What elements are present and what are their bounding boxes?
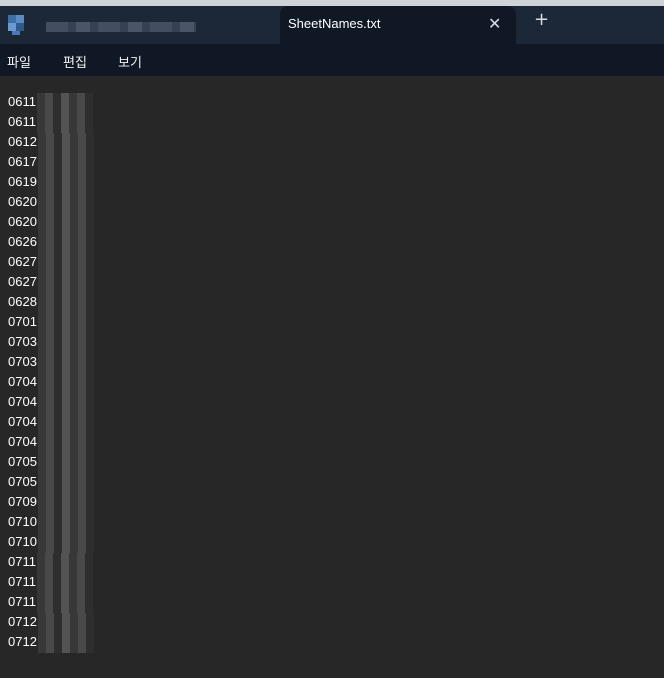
text-line: 0712 xyxy=(8,612,94,633)
text-line: 0711 xyxy=(8,592,93,613)
redacted-text xyxy=(37,292,94,313)
redacted-text xyxy=(37,252,94,273)
text-line: 0612 xyxy=(8,132,94,153)
text-line: 0627 xyxy=(8,272,94,293)
line-text: 0620 xyxy=(8,214,37,229)
line-text: 0704 xyxy=(8,414,37,429)
redacted-text xyxy=(36,572,93,593)
tab-inactive[interactable] xyxy=(36,10,266,44)
text-line: 0709 xyxy=(8,492,94,513)
line-text: 0627 xyxy=(8,274,37,289)
text-line: 0705 xyxy=(8,452,94,473)
text-line: 0701 xyxy=(8,312,94,333)
redacted-text xyxy=(37,172,94,193)
text-line: 0628 xyxy=(8,292,94,313)
line-text: 0619 xyxy=(8,174,37,189)
line-text: 0712 xyxy=(8,614,37,629)
redacted-text xyxy=(37,492,94,513)
text-line: 0620 xyxy=(8,212,94,233)
redacted-text xyxy=(37,192,94,213)
redacted-text xyxy=(36,552,93,573)
line-text: 0703 xyxy=(8,334,37,349)
text-line: 0703 xyxy=(8,352,94,373)
line-text: 0710 xyxy=(8,514,37,529)
redacted-text xyxy=(37,132,94,153)
line-text: 0611 xyxy=(8,114,36,129)
text-line: 0704 xyxy=(8,432,94,453)
line-text: 0628 xyxy=(8,294,37,309)
redacted-text xyxy=(37,472,94,493)
line-text: 0704 xyxy=(8,394,37,409)
text-line: 0710 xyxy=(8,512,94,533)
line-text: 0620 xyxy=(8,194,37,209)
plus-icon: + xyxy=(534,9,550,30)
notepad-app-icon xyxy=(8,15,26,35)
redacted-text xyxy=(37,532,94,553)
redacted-text xyxy=(36,112,93,133)
line-text: 0611 xyxy=(8,94,36,109)
line-text: 0709 xyxy=(8,494,37,509)
redacted-text xyxy=(37,232,94,253)
line-text: 0704 xyxy=(8,374,37,389)
line-text: 0627 xyxy=(8,254,37,269)
tab-sheetnames[interactable]: SheetNames.txt ✕ xyxy=(280,6,516,44)
text-line: 0711 xyxy=(8,552,93,573)
redacted-text xyxy=(37,372,94,393)
text-editor[interactable]: 0611 0611 0612 0617 0619 0620 0620 0626 … xyxy=(0,76,664,678)
line-text: 0617 xyxy=(8,154,37,169)
redacted-text xyxy=(37,152,94,173)
close-icon[interactable]: ✕ xyxy=(488,14,501,33)
line-text: 0704 xyxy=(8,434,37,449)
text-line: 0626 xyxy=(8,232,94,253)
line-text: 0612 xyxy=(8,134,37,149)
redacted-text xyxy=(37,512,94,533)
line-text: 0712 xyxy=(8,634,37,649)
redacted-text xyxy=(37,452,94,473)
line-text: 0701 xyxy=(8,314,37,329)
new-tab-button[interactable]: + xyxy=(534,9,549,30)
redacted-text xyxy=(36,592,93,613)
text-line: 0703 xyxy=(8,332,94,353)
text-line: 0617 xyxy=(8,152,94,173)
redacted-text xyxy=(37,612,94,633)
redacted-text xyxy=(37,432,94,453)
line-text: 0710 xyxy=(8,534,37,549)
text-line: 0619 xyxy=(8,172,94,193)
text-line: 0705 xyxy=(8,472,94,493)
line-text: 0626 xyxy=(8,234,37,249)
line-text: 0703 xyxy=(8,354,37,369)
redacted-text xyxy=(37,212,94,233)
redacted-text xyxy=(37,632,94,653)
line-text: 0705 xyxy=(8,454,37,469)
redacted-text xyxy=(37,332,94,353)
redacted-text xyxy=(36,92,93,113)
tab-title: SheetNames.txt xyxy=(288,16,381,31)
text-line: 0611 xyxy=(8,112,93,133)
line-text: 0705 xyxy=(8,474,37,489)
line-text: 0711 xyxy=(8,554,36,569)
text-line: 0704 xyxy=(8,392,94,413)
text-line: 0704 xyxy=(8,412,94,433)
redacted-text xyxy=(37,312,94,333)
menu-file[interactable]: 파일 xyxy=(7,52,31,71)
redacted-text xyxy=(37,412,94,433)
redacted-text xyxy=(37,272,94,293)
line-text: 0711 xyxy=(8,574,36,589)
redacted-text xyxy=(37,392,94,413)
tab-inactive-title xyxy=(46,22,196,32)
text-line: 0627 xyxy=(8,252,94,273)
text-line: 0620 xyxy=(8,192,94,213)
menu-bar: 파일 편집 보기 xyxy=(0,44,664,76)
menu-edit[interactable]: 편집 xyxy=(63,52,87,71)
text-line: 0611 xyxy=(8,92,93,113)
line-text: 0711 xyxy=(8,594,36,609)
text-line: 0711 xyxy=(8,572,93,593)
redacted-text xyxy=(37,352,94,373)
menu-view[interactable]: 보기 xyxy=(118,52,142,71)
text-line: 0710 xyxy=(8,532,94,553)
text-line: 0712 xyxy=(8,632,94,653)
text-line: 0704 xyxy=(8,372,94,393)
